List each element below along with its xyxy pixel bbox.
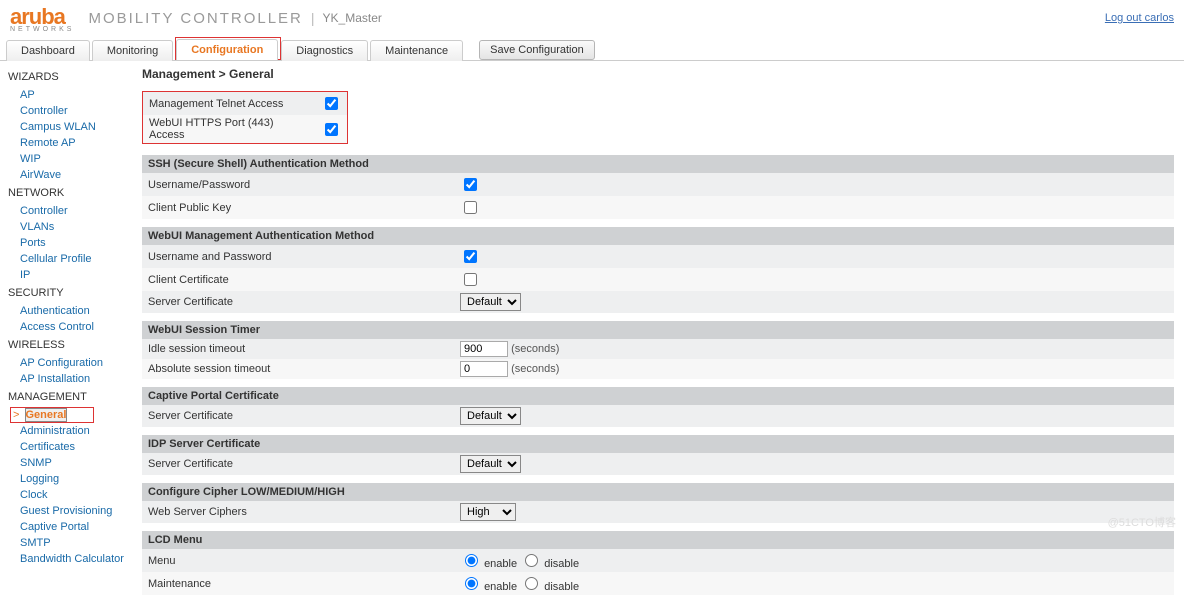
- sidebar-item-bandwidth-calculator[interactable]: Bandwidth Calculator: [6, 551, 136, 567]
- lcd-menu-disable-label: disable: [544, 558, 579, 570]
- sidebar-item-ip[interactable]: IP: [6, 267, 136, 283]
- section-cipher: Configure Cipher LOW/MEDIUM/HIGH: [142, 483, 1174, 501]
- sidebar-item-logging[interactable]: Logging: [6, 471, 136, 487]
- idp-srvcert-select[interactable]: Default: [460, 455, 521, 473]
- header: aruba NETWORKS MOBILITY CONTROLLER | YK_…: [0, 0, 1184, 32]
- idle-timeout-label: Idle session timeout: [142, 339, 454, 359]
- sidebar-item-ap[interactable]: AP: [6, 87, 136, 103]
- save-configuration-button[interactable]: Save Configuration: [479, 40, 595, 60]
- lcd-menu-enable-radio[interactable]: [465, 554, 478, 567]
- telnet-label: Management Telnet Access: [143, 92, 315, 115]
- webui-srvcert-select[interactable]: Default: [460, 293, 521, 311]
- sidebar-item-smtp[interactable]: SMTP: [6, 535, 136, 551]
- sidebar-item-snmp[interactable]: SNMP: [6, 455, 136, 471]
- lcd-maint-disable-radio[interactable]: [525, 577, 538, 590]
- sidebar-item-airwave[interactable]: AirWave: [6, 167, 136, 183]
- main-tabs: Dashboard Monitoring Configuration Diagn…: [0, 36, 1184, 61]
- hostname: YK_Master: [323, 11, 382, 25]
- sidebar: WIZARDS AP Controller Campus WLAN Remote…: [0, 61, 136, 595]
- ssh-pubkey-label: Client Public Key: [142, 196, 454, 219]
- section-webui-auth: WebUI Management Authentication Method: [142, 227, 1174, 245]
- sidebar-item-general[interactable]: General: [25, 408, 68, 422]
- https-checkbox[interactable]: [325, 123, 338, 136]
- chevron-right-icon: >: [13, 409, 19, 421]
- lcd-menu-label: Menu: [142, 549, 454, 572]
- sidebar-item-captive-portal[interactable]: Captive Portal: [6, 519, 136, 535]
- abs-timeout-unit: (seconds): [511, 363, 559, 375]
- webui-cert-checkbox[interactable]: [464, 273, 477, 286]
- tab-diagnostics[interactable]: Diagnostics: [281, 40, 368, 61]
- sidebar-item-certificates[interactable]: Certificates: [6, 439, 136, 455]
- cp-srvcert-select[interactable]: Default: [460, 407, 521, 425]
- cipher-label: Web Server Ciphers: [142, 501, 454, 523]
- https-label: WebUI HTTPS Port (443) Access: [143, 115, 315, 143]
- sidebar-cat-management: MANAGEMENT: [6, 387, 136, 407]
- sidebar-item-authentication[interactable]: Authentication: [6, 303, 136, 319]
- idle-timeout-input[interactable]: [460, 341, 508, 357]
- sidebar-cat-security: SECURITY: [6, 283, 136, 303]
- sidebar-item-access-control[interactable]: Access Control: [6, 319, 136, 335]
- section-idp-cert: IDP Server Certificate: [142, 435, 1174, 453]
- tab-configuration[interactable]: Configuration: [176, 39, 278, 60]
- sidebar-item-guest-provisioning[interactable]: Guest Provisioning: [6, 503, 136, 519]
- sidebar-item-net-controller[interactable]: Controller: [6, 203, 136, 219]
- tab-maintenance[interactable]: Maintenance: [370, 40, 463, 61]
- sidebar-cat-wizards: WIZARDS: [6, 67, 136, 87]
- sidebar-item-ap-configuration[interactable]: AP Configuration: [6, 355, 136, 371]
- sidebar-cat-network: NETWORK: [6, 183, 136, 203]
- section-session: WebUI Session Timer: [142, 321, 1174, 339]
- logout-link[interactable]: Log out carlos: [1105, 12, 1174, 24]
- ssh-userpw-label: Username/Password: [142, 173, 454, 196]
- brand-subtext: NETWORKS: [10, 26, 74, 33]
- sidebar-item-remote-ap[interactable]: Remote AP: [6, 135, 136, 151]
- lcd-menu-enable-label: enable: [484, 558, 517, 570]
- sidebar-item-ap-installation[interactable]: AP Installation: [6, 371, 136, 387]
- main-panel: Management > General Management Telnet A…: [136, 61, 1184, 595]
- abs-timeout-label: Absolute session timeout: [142, 359, 454, 379]
- sidebar-item-ports[interactable]: Ports: [6, 235, 136, 251]
- sidebar-item-clock[interactable]: Clock: [6, 487, 136, 503]
- breadcrumb: Management > General: [142, 67, 1174, 87]
- idle-timeout-unit: (seconds): [511, 343, 559, 355]
- tab-dashboard[interactable]: Dashboard: [6, 40, 90, 61]
- brand-text: aruba: [10, 4, 65, 29]
- sidebar-item-administration[interactable]: Administration: [6, 423, 136, 439]
- idp-srvcert-label: Server Certificate: [142, 453, 454, 475]
- ssh-pubkey-checkbox[interactable]: [464, 201, 477, 214]
- cipher-select[interactable]: High: [460, 503, 516, 521]
- abs-timeout-input[interactable]: [460, 361, 508, 377]
- sidebar-item-campus-wlan[interactable]: Campus WLAN: [6, 119, 136, 135]
- section-ssh: SSH (Secure Shell) Authentication Method: [142, 155, 1174, 173]
- webui-cert-label: Client Certificate: [142, 268, 454, 291]
- webui-userpw-checkbox[interactable]: [464, 250, 477, 263]
- webui-userpw-label: Username and Password: [142, 245, 454, 268]
- sidebar-item-cellular-profile[interactable]: Cellular Profile: [6, 251, 136, 267]
- lcd-menu-disable-radio[interactable]: [525, 554, 538, 567]
- watermark: @51CTO博客: [1108, 514, 1176, 530]
- sidebar-cat-wireless: WIRELESS: [6, 335, 136, 355]
- separator: |: [311, 10, 315, 26]
- tab-monitoring[interactable]: Monitoring: [92, 40, 173, 61]
- ssh-userpw-checkbox[interactable]: [464, 178, 477, 191]
- cp-srvcert-label: Server Certificate: [142, 405, 454, 427]
- webui-srvcert-label: Server Certificate: [142, 291, 454, 313]
- lcd-maint-enable-label: enable: [484, 581, 517, 593]
- sidebar-item-vlans[interactable]: VLANs: [6, 219, 136, 235]
- lcd-maint-label: Maintenance: [142, 572, 454, 595]
- sidebar-item-controller[interactable]: Controller: [6, 103, 136, 119]
- section-lcd: LCD Menu: [142, 531, 1174, 549]
- lcd-maint-disable-label: disable: [544, 581, 579, 593]
- lcd-maint-enable-radio[interactable]: [465, 577, 478, 590]
- sidebar-item-wip[interactable]: WIP: [6, 151, 136, 167]
- section-captive-portal-cert: Captive Portal Certificate: [142, 387, 1174, 405]
- product-name: MOBILITY CONTROLLER: [88, 10, 302, 27]
- telnet-checkbox[interactable]: [325, 97, 338, 110]
- brand-logo: aruba NETWORKS: [10, 4, 74, 33]
